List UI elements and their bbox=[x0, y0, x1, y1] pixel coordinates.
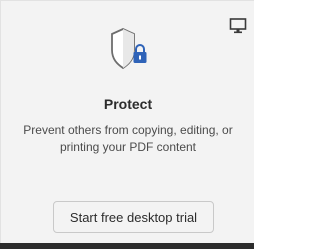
card-description: Prevent others from copying, editing, or… bbox=[23, 123, 233, 154]
page: Protect Prevent others from copying, edi… bbox=[0, 0, 254, 249]
protect-tool-card[interactable]: Protect Prevent others from copying, edi… bbox=[0, 0, 254, 243]
card-title: Protect bbox=[103, 96, 153, 112]
desktop-icon bbox=[229, 17, 247, 35]
start-free-desktop-trial-button[interactable]: Start free desktop trial bbox=[53, 201, 214, 233]
bottom-bar bbox=[0, 243, 254, 249]
protect-shield-lock-icon bbox=[109, 28, 155, 70]
